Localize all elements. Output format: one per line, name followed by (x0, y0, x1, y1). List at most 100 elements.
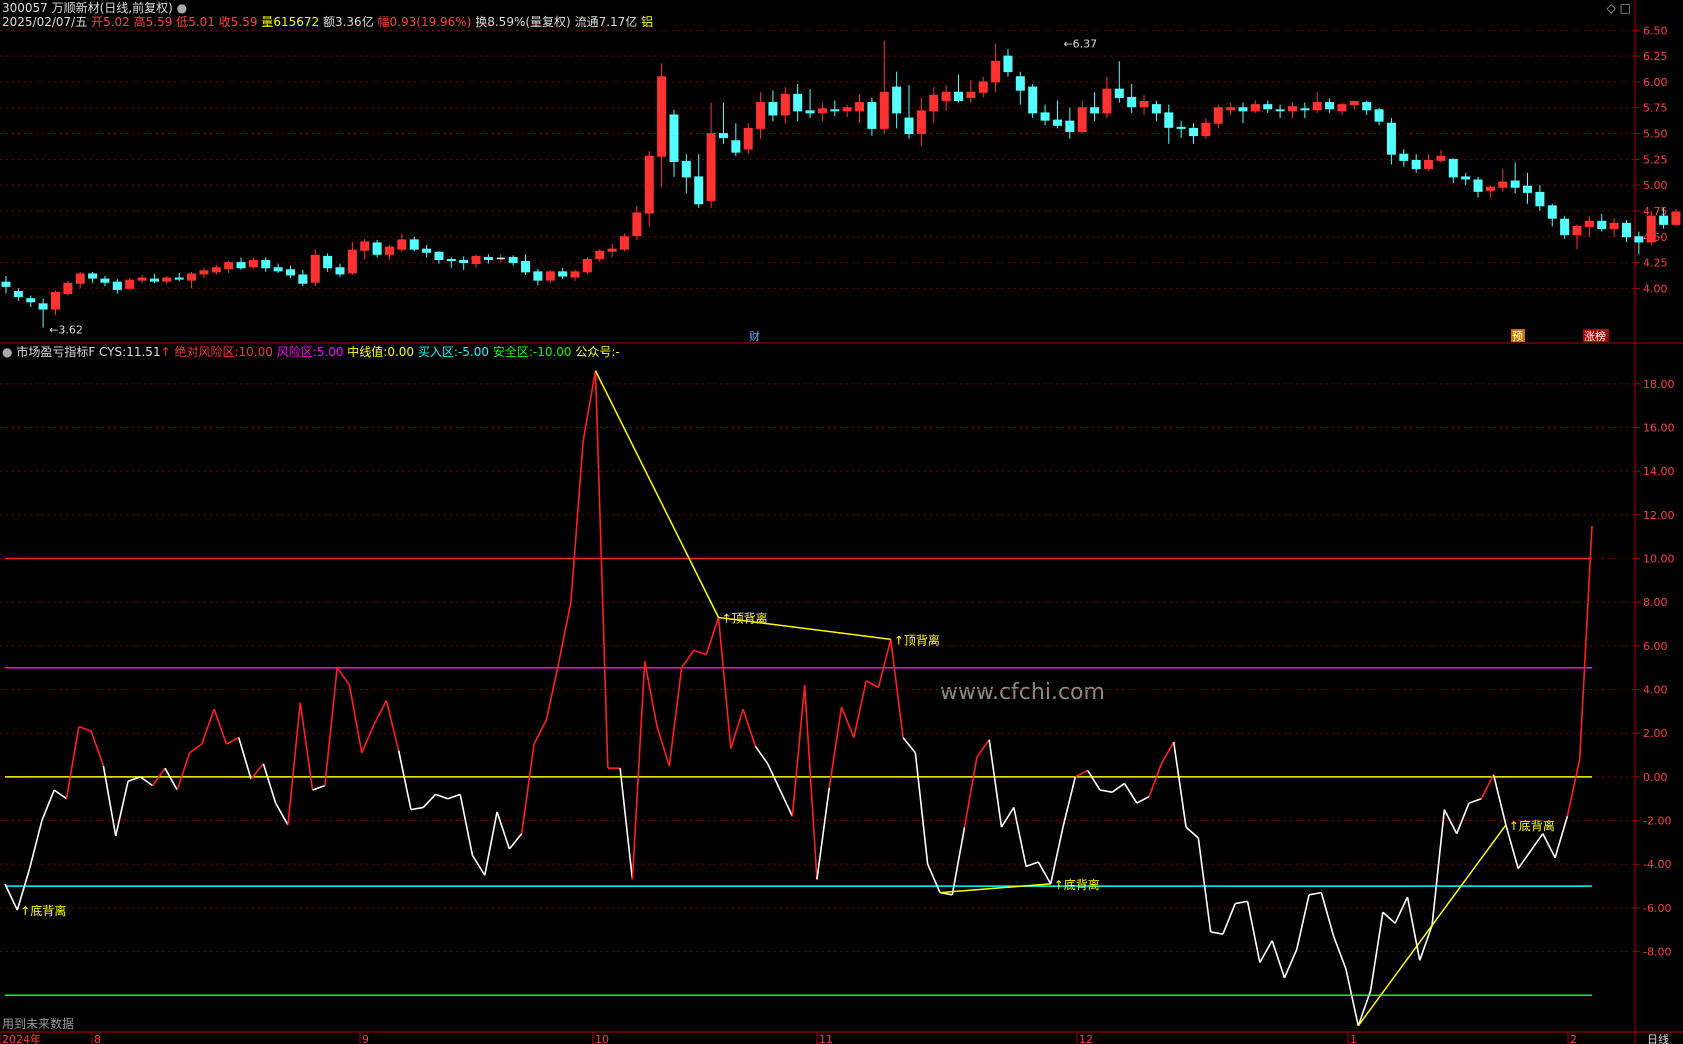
candle-body (347, 249, 357, 274)
candle-body (1003, 55, 1013, 73)
cys-segment (1000, 807, 1015, 828)
cys-segment (631, 661, 646, 880)
cys-segment (926, 863, 941, 893)
candle-body (372, 242, 382, 255)
candle-body (1213, 107, 1223, 124)
cys-segment (1554, 815, 1569, 858)
candle-body (434, 251, 444, 260)
cys-segment (189, 743, 203, 754)
candle-body (1498, 181, 1508, 188)
cys-segment (1492, 774, 1507, 826)
cys-segment (1013, 807, 1027, 867)
cys-segment (1308, 891, 1322, 896)
cys-segment (1148, 763, 1163, 797)
price-tick-label: 5.75 (1643, 102, 1668, 115)
cys-segment (1197, 837, 1212, 933)
candle-body (199, 270, 209, 275)
candle-body (1226, 107, 1236, 111)
cys-segment (1345, 968, 1360, 1026)
cys-segment (1283, 949, 1298, 979)
cys-segment (889, 639, 904, 738)
candle-body (1597, 220, 1607, 230)
price-tick-label: 5.25 (1643, 153, 1668, 166)
candle-body (261, 260, 271, 269)
candle-body (718, 133, 728, 139)
cys-segment (1185, 826, 1199, 839)
candle-body (855, 102, 865, 112)
cys-segment (508, 833, 523, 850)
candle-body (1535, 191, 1545, 207)
cys-segment (90, 730, 105, 767)
candle-body (459, 260, 469, 264)
ind-tick-label: -4.00 (1643, 858, 1671, 871)
candle-body (298, 274, 308, 284)
candle-body (397, 239, 407, 250)
candle-body (1077, 107, 1087, 132)
cys-segment (1160, 741, 1175, 765)
candle-body (1448, 158, 1458, 178)
candle-body (286, 269, 296, 276)
candle-body (694, 176, 704, 205)
cys-segment (287, 702, 302, 826)
cys-segment (65, 726, 80, 799)
candle-body (149, 278, 159, 282)
bottom-divergence-line-1 (939, 883, 1051, 894)
cys-segment (951, 826, 966, 895)
x-tick-label: 1 (1350, 1033, 1357, 1044)
candle-body (1, 281, 11, 287)
candle-body (471, 255, 481, 265)
cys-segment (557, 602, 572, 664)
candle-body (310, 254, 320, 283)
candle-body (1312, 102, 1322, 111)
candle-body (1337, 104, 1347, 112)
candle-body (1634, 236, 1644, 243)
candle-body (1436, 155, 1446, 161)
divergence-label: ↑顶背离 (722, 610, 768, 625)
candle-body (904, 117, 914, 135)
cys-segment (1455, 802, 1470, 834)
candle-body (1164, 112, 1174, 128)
x-tick-label: 11 (819, 1033, 833, 1044)
candle-body (1176, 126, 1186, 129)
cys-segment (226, 736, 240, 745)
ind-tick-label: 8.00 (1643, 596, 1668, 609)
cys-segment (668, 667, 683, 767)
cys-segment (865, 680, 879, 689)
candle-body (1584, 220, 1594, 227)
candle-body (892, 86, 902, 114)
cys-segment (176, 752, 191, 791)
price-tick-label: 4.00 (1643, 282, 1668, 295)
candle-body (1238, 107, 1248, 112)
cys-segment (520, 744, 535, 834)
cys-segment (902, 737, 916, 754)
candle-body (966, 91, 976, 98)
candle-body (743, 127, 753, 150)
cys-segment (1382, 911, 1396, 924)
divergence-label: ↑底背离 (1509, 818, 1555, 833)
cys-segment (1271, 940, 1286, 979)
candle-body (582, 258, 592, 273)
candle-body (187, 273, 197, 281)
cys-segment (693, 649, 707, 656)
candle-body (1151, 104, 1161, 114)
x-tick-label: 8 (94, 1033, 101, 1044)
candle-body (570, 271, 580, 278)
candle-body (1609, 222, 1619, 230)
candle-body (63, 282, 73, 295)
candle-body (384, 246, 394, 255)
chart-canvas[interactable]: 4.004.254.504.755.005.255.505.756.006.25… (0, 0, 1683, 1044)
candle-body (669, 114, 679, 162)
candle-body (248, 260, 258, 268)
candle-body (1127, 96, 1137, 108)
candle-body (1139, 101, 1149, 108)
cys-segment (1049, 826, 1064, 885)
cys-segment (1295, 894, 1310, 950)
ind-tick-label: 2.00 (1643, 727, 1668, 740)
candle-body (100, 278, 110, 283)
cys-segment (1431, 809, 1446, 926)
candle-body (1028, 86, 1038, 114)
cys-segment (422, 793, 437, 809)
cys-line (4, 370, 1593, 1027)
candle-body (1090, 107, 1100, 114)
cys-segment (348, 685, 363, 754)
